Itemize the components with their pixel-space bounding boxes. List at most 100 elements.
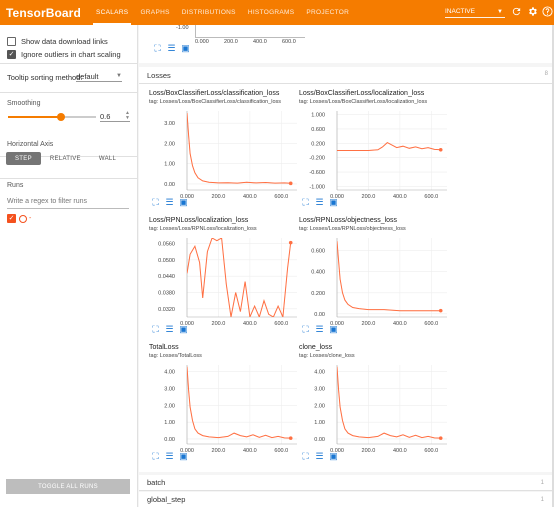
- y-tick-label: 4.00: [314, 370, 325, 376]
- toggle-log-scale-icon[interactable]: ☰: [165, 452, 174, 461]
- tab-distributions[interactable]: DISTRIBUTIONS: [176, 0, 242, 25]
- refresh-icon[interactable]: [510, 6, 522, 18]
- chart-tag: tag: Losses/Loss/RPNLoss/objectness_loss: [299, 226, 406, 232]
- chart-title: Loss/BoxClassifierLoss/localization_loss: [299, 90, 425, 97]
- global-step-section[interactable]: global_step 1: [139, 492, 554, 507]
- partial-xtick-2: 400.0: [253, 39, 267, 45]
- run-checkbox[interactable]: ✓: [7, 214, 16, 223]
- fullscreen-icon[interactable]: ⛶: [301, 452, 310, 461]
- tab-scalars[interactable]: SCALARS: [90, 0, 134, 25]
- haxis-wall-button[interactable]: WALL: [90, 152, 125, 165]
- chart-actions: ⛶ ☰ ▣: [151, 452, 193, 461]
- series-line-raw: [187, 366, 291, 439]
- chart-tag: tag: Losses/Loss/BoxClassifierLoss/class…: [149, 99, 282, 105]
- line-chart[interactable]: 4.003.002.001.000.000.000 200.0 400.0 600.0: [149, 362, 299, 456]
- ignore-outliers-checkbox[interactable]: ✓: [7, 49, 16, 59]
- losses-header[interactable]: Losses 8: [139, 67, 554, 84]
- y-tick-label: 3.00: [314, 387, 325, 393]
- series-line-raw: [337, 366, 441, 439]
- smoothing-label: Smoothing: [7, 100, 41, 107]
- ignore-outliers-checkbox-row[interactable]: ✓ Ignore outliers in chart scaling: [7, 48, 121, 60]
- fullscreen-icon[interactable]: ⛶: [151, 198, 160, 207]
- line-chart[interactable]: 1.0000.6000.200-0.200-0.600-1.0000.000 20…: [299, 108, 449, 202]
- losses-count: 8: [544, 71, 548, 77]
- show-download-checkbox-row[interactable]: Show data download links: [7, 35, 108, 47]
- help-icon[interactable]: [541, 6, 553, 18]
- smoothing-value-field[interactable]: 0.6 ▲ ▼: [100, 111, 130, 122]
- run-color-dot[interactable]: [19, 214, 27, 223]
- main-content: -1.00 0.000 200.0 400.0 600.0 ⛶ ☰ ▣ Loss…: [139, 25, 554, 507]
- fullscreen-icon[interactable]: ⛶: [301, 198, 310, 207]
- line-chart[interactable]: 4.003.002.001.000.000.000 200.0 400.0 600.0: [299, 362, 449, 456]
- tab-histograms[interactable]: HISTOGRAMS: [242, 0, 301, 25]
- app-title: TensorBoard: [6, 5, 81, 20]
- chart-actions: ⛶ ☰ ▣: [301, 452, 343, 461]
- series-line: [187, 112, 291, 184]
- runs-label: Runs: [7, 182, 24, 189]
- toggle-log-scale-icon[interactable]: ☰: [315, 198, 324, 207]
- fullscreen-icon[interactable]: ⛶: [301, 325, 310, 334]
- series-line: [337, 141, 441, 151]
- runs-filter-input[interactable]: Write a regex to filter runs: [7, 198, 129, 209]
- y-tick-label: 3.00: [164, 121, 175, 127]
- fit-domain-icon[interactable]: ▣: [329, 198, 338, 207]
- toggle-log-scale-icon[interactable]: ☰: [167, 44, 176, 53]
- series-end-point: [288, 181, 293, 186]
- x-tick-label: 600.0: [424, 194, 438, 200]
- tab-projector[interactable]: PROJECTOR: [300, 0, 355, 25]
- fullscreen-icon[interactable]: ⛶: [153, 44, 162, 53]
- horizontal-axis-options: STEP RELATIVE WALL: [6, 152, 125, 165]
- fit-domain-icon[interactable]: ▣: [179, 198, 188, 207]
- chart-card: clone_loss tag: Losses/clone_loss 4.00 3.00…: [299, 344, 449, 462]
- fit-domain-icon[interactable]: ▣: [179, 325, 188, 334]
- y-tick-label: 2.00: [314, 403, 325, 409]
- show-download-checkbox[interactable]: [7, 36, 16, 46]
- spinner-icon[interactable]: ▲ ▼: [125, 111, 130, 121]
- data-options-section: Show data download links ✓ Ignore outlie…: [0, 25, 138, 64]
- chart-title: Loss/RPNLoss/localization_loss: [149, 217, 249, 224]
- fit-domain-icon[interactable]: ▣: [179, 452, 188, 461]
- fullscreen-icon[interactable]: ⛶: [151, 325, 160, 334]
- y-tick-label: 0.200: [311, 141, 325, 147]
- series-line: [187, 238, 292, 317]
- toggle-log-scale-icon[interactable]: ☰: [315, 452, 324, 461]
- series-end-point: [288, 436, 293, 440]
- inactive-dropdown[interactable]: INACTIVE ▼: [445, 6, 505, 18]
- toggle-log-scale-icon[interactable]: ☰: [165, 325, 174, 334]
- losses-title: Losses: [147, 70, 171, 80]
- fit-domain-icon[interactable]: ▣: [329, 452, 338, 461]
- line-chart[interactable]: 3.002.001.000.000.000 200.0 400.0 600.0: [149, 108, 299, 202]
- series-line-raw: [187, 112, 291, 184]
- haxis-step-button[interactable]: STEP: [6, 152, 41, 165]
- tooltip-sorting-dropdown[interactable]: default ▼: [76, 71, 122, 82]
- batch-label: batch: [147, 478, 166, 487]
- y-tick-label: -0.200: [309, 156, 325, 162]
- toggle-log-scale-icon[interactable]: ☰: [165, 198, 174, 207]
- x-tick-label: 600.0: [424, 321, 438, 327]
- chart-tag: tag: Losses/clone_loss: [299, 353, 355, 359]
- settings-icon[interactable]: [526, 6, 538, 18]
- haxis-relative-button[interactable]: RELATIVE: [41, 152, 90, 165]
- partial-x-axis: [195, 37, 305, 38]
- horizontal-axis-label: Horizontal Axis: [7, 141, 54, 148]
- chart-card: Loss/RPNLoss/objectness_loss tag: Losses/…: [299, 217, 449, 335]
- line-chart[interactable]: 0.05600.05000.04400.03800.03200.000 200.0…: [149, 235, 299, 329]
- batch-section[interactable]: batch 1: [139, 475, 554, 491]
- runs-section: Runs Write a regex to filter runs ✓ -: [0, 179, 138, 239]
- fit-domain-icon[interactable]: ▣: [329, 325, 338, 334]
- smoothing-slider-knob[interactable]: [56, 113, 65, 121]
- line-chart[interactable]: 0.6000.4000.2000.000.000 200.0 400.0 600.0: [299, 235, 449, 329]
- fullscreen-icon[interactable]: ⛶: [151, 452, 160, 461]
- toggle-log-scale-icon[interactable]: ☰: [315, 325, 324, 334]
- chart-actions: ⛶ ☰ ▣: [151, 198, 193, 207]
- toggle-all-runs-button[interactable]: TOGGLE ALL RUNS: [6, 479, 130, 494]
- tab-graphs[interactable]: GRAPHS: [134, 0, 175, 25]
- chart-title: Loss/RPNLoss/objectness_loss: [299, 217, 398, 224]
- fit-domain-icon[interactable]: ▣: [181, 44, 190, 53]
- run-name: -: [29, 215, 32, 222]
- partial-axis-line: [195, 25, 196, 37]
- batch-count: 1: [540, 479, 544, 486]
- previous-section-panel: -1.00 0.000 200.0 400.0 600.0 ⛶ ☰ ▣: [139, 25, 554, 63]
- run-row[interactable]: ✓ -: [7, 214, 31, 223]
- series-end-point: [438, 147, 443, 152]
